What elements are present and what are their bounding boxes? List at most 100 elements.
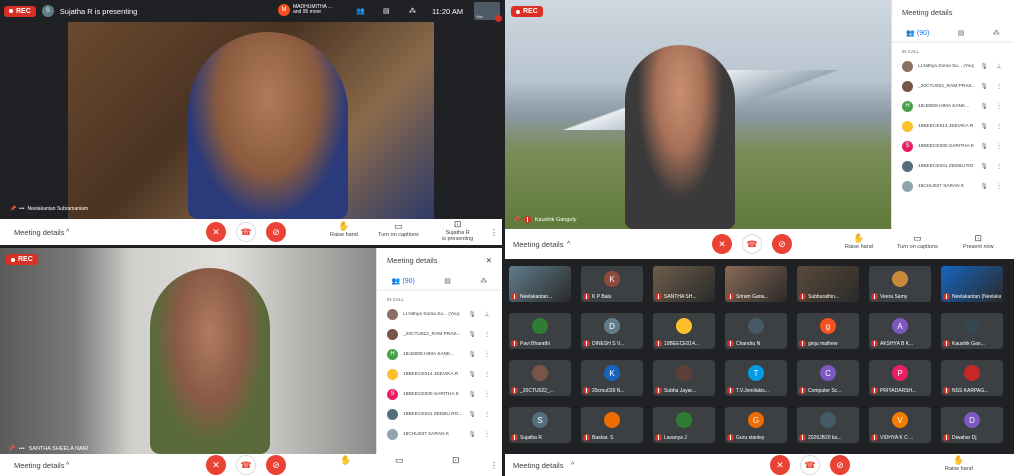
participant-tile[interactable]: Chandru N <box>725 313 787 349</box>
meeting-details-button[interactable]: Meeting details <box>14 461 64 470</box>
participant-tile[interactable]: S Sujatha R <box>509 407 571 443</box>
raise-hand-button[interactable]: ✋ Raise hand <box>845 233 873 250</box>
participant-tile[interactable]: Pavi Bharathi <box>509 313 571 349</box>
participant-tile[interactable]: A AKSHYA B K... <box>869 313 931 349</box>
participant-tile[interactable]: Kaushik Gan... <box>941 313 1003 349</box>
raise-hand-button[interactable]: ✋ <box>340 455 351 466</box>
participant-tile[interactable]: NSS KARPAG... <box>941 360 1003 396</box>
participants-chip[interactable]: M MADHUMITHA ... and 95 more <box>278 4 332 16</box>
participant-tile[interactable]: Subburathin... <box>797 266 859 302</box>
pin-icon[interactable]: ⊥ <box>482 311 492 318</box>
participant-row[interactable]: 19BEECE041 ZEEBU RO... 🎙 ⋮ <box>892 156 1014 176</box>
activities-icon[interactable]: ⁂ <box>409 7 416 15</box>
participant-tile[interactable]: SANTHA SH... <box>653 266 715 302</box>
participant-tile[interactable]: P PRIYADARSH... <box>869 360 931 396</box>
captions-button[interactable]: ▭ Turn on captions <box>378 221 419 238</box>
participant-row[interactable]: Lt.Nithya Soma Su... (You) 🎙 ⊥ <box>377 304 502 324</box>
participant-tile[interactable]: D DINESH S V... <box>581 313 643 349</box>
chat-tab-icon[interactable]: ▤ <box>444 277 451 285</box>
participant-row[interactable]: 19BEECE041 ZEEBU RO... 🎙 ⋮ <box>377 404 502 424</box>
close-icon[interactable]: ✕ <box>486 256 492 265</box>
more-options-icon[interactable]: ⋮ <box>482 411 492 418</box>
more-options-icon[interactable]: ⋮ <box>482 351 492 358</box>
participant-row[interactable]: 19CHU037 SARAN K 🎙 ⋮ <box>892 176 1014 196</box>
participant-row[interactable]: H 18cbt008 HIMA SANK... 🎙 ⋮ <box>892 96 1014 116</box>
more-options-icon[interactable]: ⋮ <box>994 183 1004 190</box>
participant-tile[interactable]: C Computer Sc... <box>797 360 859 396</box>
more-options-icon[interactable]: ⋮ <box>482 371 492 378</box>
chat-tab-icon[interactable]: ▤ <box>958 29 965 37</box>
people-tab[interactable]: 👥 (90) <box>906 29 929 37</box>
participant-row[interactable]: Lt.Nithya Soma Su... (You) 🎙 ⊥ <box>892 56 1014 76</box>
participant-tile[interactable]: 19BEECE014... <box>653 313 715 349</box>
participant-row[interactable]: 19CHU037 SARAN K 🎙 ⋮ <box>377 424 502 444</box>
more-options-icon[interactable]: ⋮ <box>994 143 1004 150</box>
chevron-up-icon[interactable]: ^ <box>567 241 570 248</box>
participant-row[interactable]: _20CTU022_RAM PRAS... 🎙 ⋮ <box>892 76 1014 96</box>
chevron-up-icon[interactable]: ^ <box>66 229 69 236</box>
camera-off-button[interactable]: ⊘ <box>266 222 286 242</box>
mic-off-button[interactable]: ✕ <box>712 234 732 254</box>
participant-tile[interactable]: K K P Balu <box>581 266 643 302</box>
participant-tile[interactable]: K 20cmu039 N... <box>581 360 643 396</box>
more-options-icon[interactable]: ⋮ <box>994 83 1004 90</box>
chevron-up-icon[interactable]: ^ <box>66 462 69 469</box>
people-icon[interactable]: 👥 <box>356 7 365 15</box>
participant-tile[interactable]: Neelakantan... <box>509 266 571 302</box>
camera-off-button[interactable]: ⊘ <box>266 455 286 475</box>
self-view-thumb[interactable]: You <box>474 2 502 22</box>
camera-off-button[interactable]: ⊘ <box>772 234 792 254</box>
mic-off-button[interactable]: ✕ <box>770 455 790 475</box>
meeting-details-button[interactable]: Meeting details <box>14 228 64 237</box>
participant-tile[interactable]: D Diwahar Dj <box>941 407 1003 443</box>
camera-off-button[interactable]: ⊘ <box>830 455 850 475</box>
leave-call-button[interactable]: ☎ <box>800 455 820 475</box>
participant-tile[interactable]: V VIDHYA K C ... <box>869 407 931 443</box>
participant-tile[interactable]: _20CTU022_... <box>509 360 571 396</box>
meeting-details-button[interactable]: Meeting details <box>513 240 563 249</box>
meeting-details-button[interactable]: Meeting details <box>513 461 563 470</box>
more-options-icon[interactable]: ⋮ <box>994 163 1004 170</box>
pin-icon[interactable]: ⊥ <box>994 63 1004 70</box>
more-options-icon[interactable]: ⋮ <box>482 331 492 338</box>
participant-tile[interactable]: T T.V.Jemilakis... <box>725 360 787 396</box>
captions-button[interactable]: ▭ <box>395 455 404 466</box>
participant-tile[interactable]: Subha Jayar... <box>653 360 715 396</box>
present-now-button[interactable]: ⊡ Present now <box>963 233 994 250</box>
more-options-icon[interactable]: ⋮ <box>490 228 498 237</box>
people-tab[interactable]: 👥 (90) <box>392 277 415 285</box>
leave-call-button[interactable]: ☎ <box>236 222 256 242</box>
present-button[interactable]: ⊡ <box>452 455 460 466</box>
activities-tab-icon[interactable]: ⁂ <box>993 29 1000 37</box>
leave-call-button[interactable]: ☎ <box>236 455 256 475</box>
activities-tab-icon[interactable]: ⁂ <box>480 277 487 285</box>
participant-row[interactable]: H 18cbt008 HIMA SANK... 🎙 ⋮ <box>377 344 502 364</box>
more-options-icon[interactable]: ⋮ <box>482 391 492 398</box>
participant-tile[interactable]: 2026JB20 ka... <box>797 407 859 443</box>
chevron-up-icon[interactable]: ^ <box>571 462 574 469</box>
presenting-button[interactable]: ⊡ Sujatha Ris presenting <box>442 219 473 242</box>
leave-call-button[interactable]: ☎ <box>742 234 762 254</box>
raise-hand-button[interactable]: ✋ Raise hand <box>330 221 358 238</box>
captions-button[interactable]: ▭ Turn on captions <box>897 233 938 250</box>
participant-row[interactable]: S 19BEECE030 SARITHA K 🎙 ⋮ <box>892 136 1014 156</box>
chat-icon[interactable]: ▤ <box>383 7 390 15</box>
mic-off-button[interactable]: ✕ <box>206 222 226 242</box>
participant-tile[interactable]: Baskar. S <box>581 407 643 443</box>
more-options-icon[interactable]: ⋮ <box>994 103 1004 110</box>
participant-tile[interactable]: Sriram Gana... <box>725 266 787 302</box>
more-options-icon[interactable]: ⋮ <box>482 431 492 438</box>
raise-hand-button[interactable]: ✋ Raise hand <box>945 455 973 472</box>
mic-off-button[interactable]: ✕ <box>206 455 226 475</box>
participant-row[interactable]: _20CTU022_RAM PRAS... 🎙 ⋮ <box>377 324 502 344</box>
more-options-icon[interactable]: ⋮ <box>994 123 1004 130</box>
participant-tile[interactable]: g ginju mathew <box>797 313 859 349</box>
participant-tile[interactable]: Neelakantan (Neelakantan... <box>941 266 1003 302</box>
participant-tile[interactable]: G Guru stanley <box>725 407 787 443</box>
participant-tile[interactable]: Veera Samy <box>869 266 931 302</box>
participant-row[interactable]: S 19BEECE030 SARITHA K 🎙 ⋮ <box>377 384 502 404</box>
more-options-icon[interactable]: ⋮ <box>490 461 498 470</box>
participant-tile[interactable]: Lavanya J <box>653 407 715 443</box>
participant-row[interactable]: 19BEECE014 JEEVIKA R 🎙 ⋮ <box>892 116 1014 136</box>
participant-row[interactable]: 19BEECE014 JEEVIKA R 🎙 ⋮ <box>377 364 502 384</box>
